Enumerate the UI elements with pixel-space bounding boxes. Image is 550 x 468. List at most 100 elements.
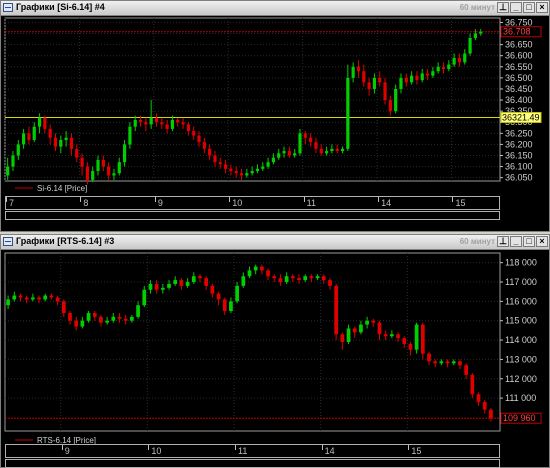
link-icon[interactable]: ⊥ [497, 236, 509, 247]
candle-body [321, 276, 326, 281]
window-title: Графики [Si-6.14] #4 [16, 2, 105, 12]
candle-body [464, 365, 469, 375]
timeframe-label: 60 минут [459, 3, 495, 12]
candle-body [346, 77, 350, 149]
candle-body [49, 295, 54, 298]
price-chart[interactable]: 111 000 112 000 113 000 114 000 115 000 116 0… [1, 251, 549, 445]
window-titlebar[interactable]: Графики [RTS-6.14] #3 60 минут ⊥ _ □ × [1, 235, 549, 250]
candle-body [315, 276, 320, 279]
link-icon[interactable]: ⊥ [497, 2, 509, 13]
candle-body [53, 137, 58, 147]
chart-window-si[interactable]: Графики [Si-6.14] #4 60 минут ⊥ _ □ × 36… [0, 0, 550, 232]
candle-body [328, 280, 332, 286]
candle-body [352, 328, 357, 333]
candle-body [365, 320, 369, 325]
y-tick-label: 118 000 [505, 258, 537, 268]
candle-body [144, 122, 148, 125]
candle-body [303, 133, 307, 138]
y-tick-label: 36.500 [505, 73, 533, 83]
candle-body [148, 283, 153, 290]
y-tick-label: 36.250 [505, 128, 533, 138]
candle-body [476, 394, 481, 402]
candle-body [6, 299, 10, 306]
horizontal-scrollbar[interactable] [5, 459, 500, 468]
x-tick [229, 197, 231, 202]
time-axis: 9 10 11 14 15 [5, 444, 500, 458]
candle-body [303, 276, 308, 281]
candle-body [170, 120, 175, 129]
x-tick-label: 15 [411, 446, 422, 456]
candle-body [239, 173, 244, 176]
candle-body [165, 124, 169, 129]
candle-body [48, 128, 52, 138]
candle-body [16, 144, 20, 156]
minimize-button[interactable]: _ [510, 236, 522, 247]
candle-body [420, 324, 425, 354]
candle-body [253, 266, 258, 271]
candle-body [222, 299, 227, 312]
candle-body [378, 77, 382, 83]
candle-body [122, 144, 127, 163]
candle-body [55, 297, 60, 302]
y-tick-label: 36.200 [505, 139, 533, 149]
candle-body [266, 270, 270, 277]
candle-body [420, 73, 424, 81]
candle-body [213, 155, 217, 163]
candle-body [383, 334, 388, 337]
candle-body [346, 328, 351, 342]
candle-body [427, 353, 431, 362]
candle-body [250, 171, 254, 174]
candle-body [198, 276, 202, 279]
close-button[interactable]: × [536, 2, 548, 13]
y-tick-label: 36.400 [505, 95, 533, 105]
close-button[interactable]: × [536, 236, 548, 247]
y-tick-label: 36.100 [505, 162, 533, 172]
x-tick [148, 445, 150, 450]
candle-body [271, 157, 276, 163]
legend-label: Si-6.14 [Price] [37, 184, 87, 193]
candle-body [297, 278, 301, 281]
candle-body [229, 301, 233, 312]
y-tick-label: 36.150 [505, 150, 533, 160]
plot-frame [4, 252, 501, 432]
candle-body [414, 324, 419, 350]
candle-body [18, 295, 23, 298]
candle-body [255, 168, 260, 172]
candle-body [160, 122, 164, 125]
last-price-label: 36.708 [503, 27, 531, 37]
candle-body [12, 295, 17, 300]
x-tick [61, 445, 63, 450]
candle-body [359, 324, 363, 333]
candle-body [22, 133, 26, 145]
y-tick-label: 36.600 [505, 51, 533, 61]
candle-body [436, 66, 440, 72]
y-tick-label: 112 000 [505, 374, 537, 384]
candle-body [160, 287, 165, 290]
maximize-button[interactable]: □ [523, 236, 535, 247]
x-tick-label: 10 [232, 198, 243, 208]
candle-body [241, 276, 246, 286]
candle-body [216, 293, 221, 300]
candle-body [457, 57, 462, 63]
candle-body [404, 77, 408, 83]
x-tick-label: 8 [83, 198, 89, 208]
candle-body [107, 166, 111, 176]
candle-body [117, 162, 121, 174]
candle-body [451, 361, 456, 364]
candle-body [142, 289, 147, 306]
candle-body [351, 66, 355, 78]
maximize-button[interactable]: □ [523, 2, 535, 13]
candle-body [85, 166, 89, 180]
horizontal-scrollbar[interactable] [5, 211, 500, 220]
candle-body [208, 148, 212, 156]
x-tick [80, 197, 82, 202]
window-titlebar[interactable]: Графики [Si-6.14] #4 60 минут ⊥ _ □ × [1, 1, 549, 16]
minimize-button[interactable]: _ [510, 2, 522, 13]
price-chart[interactable]: 36.05036.10036.15036.20036.25036.30036.3… [1, 16, 549, 196]
candle-body [61, 301, 66, 313]
chart-window-rts[interactable]: Графики [RTS-6.14] #3 60 минут ⊥ _ □ × 1… [0, 234, 550, 468]
candle-body [388, 100, 392, 112]
x-tick [154, 197, 156, 202]
candle-body [64, 137, 68, 140]
x-tick [321, 445, 323, 450]
